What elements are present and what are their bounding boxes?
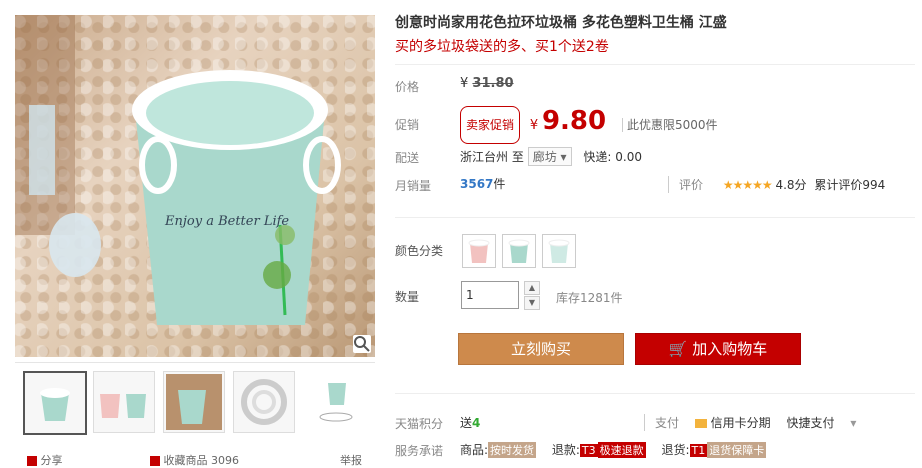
rating-label: 评价 [679, 178, 704, 192]
shipping-dest: 廊坊 [532, 150, 557, 164]
payment-label: 支付 [655, 416, 680, 430]
zoom-icon[interactable] [353, 335, 371, 353]
promo-limit: 此优惠限5000件 [621, 118, 718, 132]
quantity-input[interactable]: 1 [461, 281, 519, 309]
service-badge-code: T3 [579, 444, 598, 457]
share-link[interactable]: 分享 [27, 452, 63, 468]
shipping-row: 浙江台州 至 廊坊 ▾ 快递: 0.00 [460, 147, 642, 166]
points-value: 4 [472, 416, 481, 430]
sales-label: 月销量 [395, 179, 432, 193]
service-item[interactable]: 退款: T3 极速退款 [551, 442, 650, 458]
shipping-to-word: 至 [511, 150, 524, 164]
sales-unit: 件 [493, 177, 506, 191]
total-reviews-link[interactable]: 累计评价994 [814, 178, 885, 192]
product-title: 创意时尚家用花色拉环垃圾桶 多花色塑料卫生桶 江盛 [395, 15, 727, 31]
color-label: 颜色分类 [395, 244, 444, 258]
favorite-link[interactable]: 收藏商品 3096 [150, 452, 239, 468]
add-to-cart-button[interactable]: 🛒 加入购物车 [635, 333, 801, 365]
color-option-teal[interactable] [542, 234, 576, 268]
service-badge: 退货保障卡 [707, 442, 767, 458]
rating-score: 4.8分 [775, 178, 807, 192]
qty-label: 数量 [395, 290, 420, 304]
promo-currency: ¥ [529, 118, 539, 133]
divider [395, 64, 915, 65]
product-main-image[interactable]: Enjoy a Better Life [15, 15, 375, 357]
share-label: 分享 [40, 454, 63, 467]
add-to-cart-label: 加入购物车 [692, 340, 768, 358]
thumbnail-2[interactable] [93, 371, 155, 433]
shipping-fee: 快递: 0.00 [583, 150, 642, 164]
divider [395, 393, 915, 394]
service-prefix: 退货: [661, 443, 690, 457]
points-label: 天猫积分 [395, 417, 444, 431]
original-price-value: 31.80 [472, 76, 514, 91]
thumbnail-3[interactable] [163, 371, 225, 433]
qty-increase-button[interactable]: ▲ [524, 281, 540, 295]
chevron-down-icon[interactable]: ▾ [850, 416, 856, 430]
thumbnail-4[interactable] [233, 371, 295, 433]
svg-text:Enjoy a Better Life: Enjoy a Better Life [164, 214, 289, 229]
buy-now-button[interactable]: 立刻购买 [458, 333, 624, 365]
qty-decrease-button[interactable]: ▼ [524, 296, 540, 310]
shipping-label: 配送 [395, 151, 420, 165]
rating-row: 评价 ★★★★★ 4.8分 累计评价994 [668, 176, 885, 193]
service-badge-code: T1 [689, 444, 708, 457]
thumbnail-5[interactable] [303, 371, 365, 433]
sales-count: 3567件 [460, 175, 505, 192]
report-link[interactable]: 举报 [340, 452, 362, 468]
points-prefix: 送 [460, 416, 473, 430]
original-price: ¥ 31.80 [460, 76, 514, 91]
rating-stars: ★★★★★ [722, 178, 773, 192]
stock-text: 库存1281件 [556, 291, 623, 305]
favorite-icon [150, 456, 160, 466]
price-label: 价格 [395, 80, 420, 94]
favorite-label: 收藏商品 [163, 454, 208, 467]
credit-card-icon [694, 419, 707, 428]
promo-price: 9.80 [541, 106, 607, 136]
sales-count-value: 3567 [460, 177, 494, 191]
favorite-count: 3096 [211, 454, 239, 467]
color-option-mint[interactable] [502, 234, 536, 268]
service-label: 服务承诺 [395, 444, 444, 458]
cart-icon: 🛒 [668, 340, 688, 358]
service-badge: 按时发货 [488, 442, 537, 458]
service-badge: 极速退款 [597, 442, 646, 458]
product-photo-illustration: Enjoy a Better Life [15, 15, 341, 325]
quick-pay[interactable]: 快捷支付 [787, 416, 835, 430]
payment-row: 支付 信用卡分期 快捷支付 ▾ [644, 414, 856, 431]
quantity-value: 1 [466, 288, 474, 302]
service-list: 商品: 按时发货 退款: T3 极速退款 退货: T1 退货保障卡 [460, 441, 767, 458]
product-subtitle: 买的多垃圾袋送的多、买1个送2卷 [395, 39, 609, 55]
divider [395, 217, 915, 218]
chevron-down-icon: ▾ [560, 150, 567, 164]
service-item[interactable]: 商品: 按时发货 [460, 442, 540, 458]
credit-installment[interactable]: 信用卡分期 [711, 416, 771, 430]
color-option-pink[interactable] [462, 234, 496, 268]
gallery-footer: 分享 收藏商品 3096 举报 [15, 452, 375, 467]
share-icon [27, 456, 37, 466]
shipping-from: 浙江台州 [460, 150, 509, 164]
thumbnail-strip [15, 362, 375, 435]
service-item[interactable]: 退货: T1 退货保障卡 [661, 442, 767, 458]
service-prefix: 商品: [460, 443, 489, 457]
promo-label: 促销 [395, 118, 420, 132]
shipping-dest-select[interactable]: 廊坊 ▾ [527, 147, 572, 166]
service-prefix: 退款: [551, 443, 580, 457]
promo-tag: 卖家促销 [460, 106, 521, 144]
points-value-row: 送4 [460, 414, 480, 431]
thumbnail-1[interactable] [23, 371, 87, 435]
currency-symbol: ¥ [460, 76, 469, 91]
promo-row: 卖家促销 ¥ 9.80 此优惠限5000件 [460, 104, 718, 144]
